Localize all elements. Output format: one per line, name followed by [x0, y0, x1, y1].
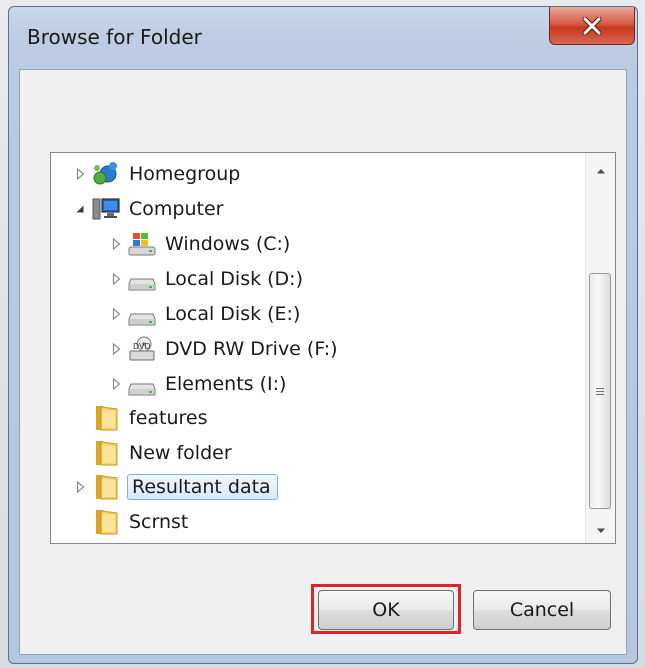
tree-item-dvd-rw-drive-f[interactable]: DVD DVD RW Drive (F:) [109, 332, 344, 366]
tree-item-windows-c[interactable]: Windows (C:) [109, 227, 296, 261]
tree-item-new-folder[interactable]: New folder [91, 436, 238, 470]
expand-arrow-icon[interactable] [109, 342, 123, 356]
tree-item-label: features [129, 407, 208, 429]
homegroup-icon [91, 160, 121, 188]
disk-drive-icon [127, 300, 157, 328]
computer-icon [91, 195, 121, 223]
tree-item-homegroup[interactable]: Homegroup [73, 157, 246, 191]
tree-item-label: Elements (I:) [165, 373, 287, 395]
svg-text:DVD: DVD [133, 342, 151, 351]
disk-drive-icon [127, 370, 157, 398]
tree-item-resultant-data[interactable]: Resultant data [73, 470, 278, 504]
windows-drive-icon [127, 230, 157, 258]
tree-item-label: Homegroup [129, 163, 241, 185]
tree-item-local-disk-d[interactable]: Local Disk (D:) [109, 262, 309, 296]
expand-arrow-icon[interactable] [73, 480, 87, 494]
tree-item-label: Local Disk (E:) [165, 303, 301, 325]
expand-arrow-icon[interactable] [73, 167, 87, 181]
tree-item-label: Computer [129, 198, 224, 220]
dvd-drive-icon: DVD [127, 335, 157, 363]
close-button[interactable] [549, 7, 635, 45]
scroll-up-button[interactable] [586, 153, 615, 183]
folder-icon [91, 508, 121, 536]
folder-icon [91, 473, 121, 501]
title-bar[interactable]: Browse for Folder [9, 7, 637, 69]
tree-item-label: Local Disk (D:) [165, 268, 303, 290]
scrollbar-thumb[interactable] [589, 273, 611, 509]
tree-item-scrnst[interactable]: Scrnst [91, 505, 194, 539]
tree-item-label: Windows (C:) [165, 233, 291, 255]
folder-icon [91, 404, 121, 432]
thumb-grip-icon [596, 386, 604, 397]
disk-drive-icon [127, 265, 157, 293]
scroll-down-button[interactable] [586, 513, 615, 543]
tree-item-label: DVD RW Drive (F:) [165, 338, 338, 360]
scroll-up-arrow-icon [596, 159, 606, 178]
tree-item-computer[interactable]: Computer [73, 192, 229, 226]
expand-arrow-icon[interactable] [109, 307, 123, 321]
collapse-arrow-icon[interactable] [73, 202, 87, 216]
close-icon [582, 16, 602, 35]
tree-item-local-disk-e[interactable]: Local Disk (E:) [109, 297, 306, 331]
expand-arrow-icon[interactable] [109, 272, 123, 286]
expand-arrow-icon[interactable] [109, 377, 123, 391]
tree-item-label: Scrnst [129, 511, 189, 533]
tree-item-elements-i[interactable]: Elements (I:) [109, 367, 292, 401]
ok-button[interactable]: OK [318, 590, 454, 630]
tree-item-label: Resultant data [127, 474, 278, 500]
folder-tree-view[interactable]: Homegroup Computer Windows (C:) Local Di… [50, 152, 616, 544]
tree-item-features[interactable]: features [91, 401, 214, 435]
vertical-scrollbar[interactable] [585, 153, 615, 543]
tree-item-label: New folder [129, 442, 232, 464]
scroll-down-arrow-icon [596, 519, 606, 538]
folder-icon [91, 439, 121, 467]
cancel-button[interactable]: Cancel [473, 590, 611, 630]
expand-arrow-icon[interactable] [109, 237, 123, 251]
dialog-title: Browse for Folder [27, 25, 202, 49]
